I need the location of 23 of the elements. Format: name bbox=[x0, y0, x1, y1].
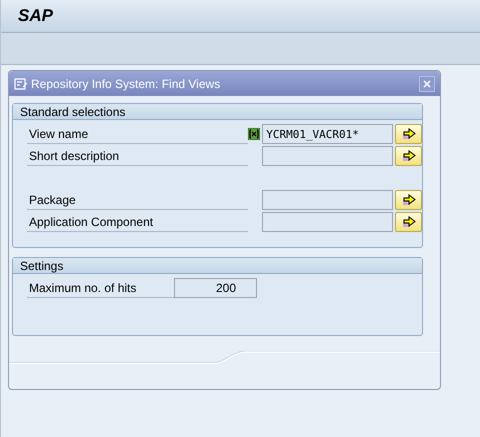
app-title: SAP bbox=[18, 5, 53, 28]
multiple-selection-button[interactable] bbox=[395, 124, 422, 144]
window-icon bbox=[14, 78, 28, 90]
group-header: Settings bbox=[13, 258, 422, 274]
input-field[interactable] bbox=[262, 146, 394, 166]
input-field[interactable]: YCRM01_VACR01* bbox=[262, 124, 394, 144]
group-header: Standard selections bbox=[13, 104, 422, 120]
input-field[interactable] bbox=[262, 190, 394, 210]
field-label: Application Component bbox=[27, 212, 248, 232]
multiple-selection-button[interactable] bbox=[395, 146, 422, 166]
arrow-right-icon bbox=[402, 194, 416, 206]
multiple-selection-button[interactable] bbox=[395, 190, 422, 210]
arrow-right-icon bbox=[402, 216, 416, 228]
field-label: Short description bbox=[27, 146, 248, 166]
field-label: View name bbox=[27, 124, 248, 144]
arrow-right-icon bbox=[402, 150, 416, 162]
close-icon bbox=[423, 80, 431, 88]
input-field[interactable] bbox=[262, 212, 394, 232]
multiple-selection-button[interactable] bbox=[395, 212, 422, 232]
input-field[interactable]: 200 bbox=[174, 278, 257, 298]
field-label: Package bbox=[27, 190, 248, 210]
arrow-right-icon bbox=[402, 128, 416, 140]
dialog-title: Repository Info System: Find Views bbox=[31, 76, 222, 92]
